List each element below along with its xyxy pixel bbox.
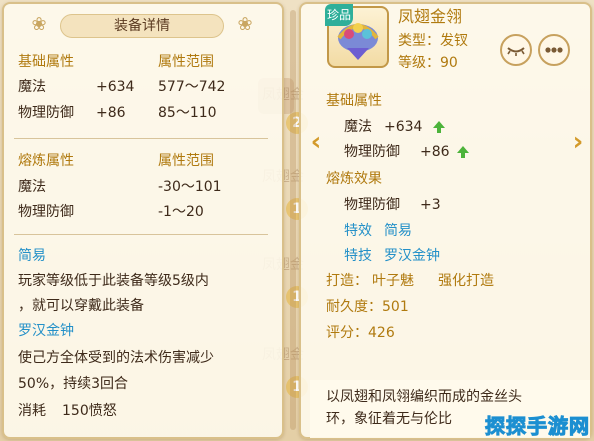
base-attr-name: 物理防御 [18,105,74,121]
chevron-right-icon[interactable]: › [570,128,586,156]
skill-cost-label: 消耗 [18,403,46,419]
forge-range-header: 属性范围 [158,153,214,169]
section-divider [14,138,268,139]
item-attr-value: +634 [384,119,423,135]
forge-attr-range: -1～20 [158,204,204,220]
special-effect-label: 特效 [344,223,372,239]
title-ornament-right-icon: ❀ [237,14,253,35]
item-attr-name: 魔法 [344,119,372,135]
base-range-header: 属性范围 [158,54,214,70]
item-attr-value: +86 [420,144,450,160]
item-level: 等级：90 [398,55,458,71]
crafted-label: 打造： [326,273,368,289]
special-skill-value: 罗汉金钟 [384,248,440,264]
rarity-badge: 珍品 [325,4,353,26]
chevron-left-icon[interactable]: ‹ [308,128,324,156]
crafted-extra: 强化打造 [438,273,494,289]
list-scrollbar[interactable] [290,10,296,430]
durability: 耐久度：501 [326,299,409,315]
skill-name: 罗汉金钟 [18,323,74,339]
crafted-by: 叶子魅 [372,273,414,289]
base-attr-range: 85～110 [158,105,217,121]
forge-attributes-header: 熔炼属性 [18,153,74,169]
base-attr-range: 577～742 [158,79,226,95]
item-description: 以凤翅和凤翎编织而成的金丝头 [326,389,522,405]
watermark: 探探手游网 [485,414,590,439]
item-name: 凤翅金翎 [398,7,463,26]
item-forge-header: 熔炼效果 [326,171,382,187]
special-skill-label: 特技 [344,248,372,264]
score: 评分：426 [326,325,395,341]
item-base-header: 基础属性 [326,93,382,109]
forge-attr-name: 物理防御 [18,204,74,220]
more-icon [545,47,563,53]
panel-title: 装备详情 [60,14,224,38]
up-arrow-icon [457,146,469,158]
more-button[interactable] [538,34,570,66]
title-ornament-left-icon: ❀ [31,14,47,35]
effect-description: ，就可以穿戴此装备 [18,298,144,314]
effect-description: 玩家等级低于此装备等级5级内 [18,273,209,289]
item-type: 类型：发钗 [398,33,468,49]
skill-description: 使己方全体受到的法术伤害减少 [18,350,214,366]
forge-attr-range: -30～101 [158,179,222,195]
item-forge-attr-value: +3 [420,197,441,213]
base-attr-name: 魔法 [18,79,46,95]
hide-button[interactable] [500,34,532,66]
special-effect-value: 简易 [384,223,412,239]
base-attributes-header: 基础属性 [18,54,74,70]
base-attr-value: +86 [96,105,126,121]
eye-closed-icon [507,47,525,56]
effect-name: 简易 [18,248,46,264]
item-description: 环，象征着无与伦比 [326,411,452,427]
forge-attr-name: 魔法 [18,179,46,195]
skill-cost-value: 150愤怒 [62,403,117,419]
skill-description: 50%，持续3回合 [18,376,129,392]
base-attr-value: +634 [96,79,135,95]
section-divider [14,234,268,235]
up-arrow-icon [433,121,445,133]
item-forge-attr-name: 物理防御 [344,197,400,213]
item-attr-name: 物理防御 [344,144,400,160]
